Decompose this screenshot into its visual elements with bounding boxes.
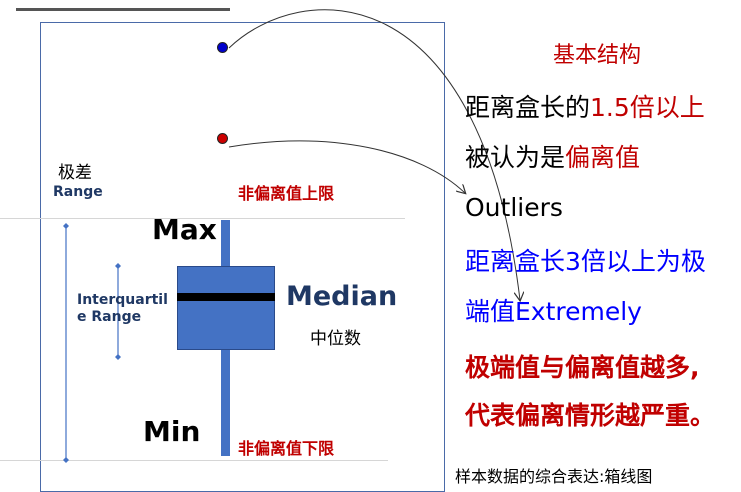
rule-line-1-highlight: 1.5倍以上 [590,93,705,122]
rule-line-1-text: 距离盒长的 [465,93,591,122]
summary-line-1: 极端值与偏离值越多, [465,353,700,382]
outliers-term: Outliers [465,193,563,222]
caption: 样本数据的综合表达:箱线图 [455,467,653,486]
structure-title: 基本结构 [553,43,642,68]
iqr-label-line1: Interquartil [77,292,168,308]
rule-line-2-text: 被认为是 [465,143,566,172]
rule-line-2-highlight: 偏离值 [565,143,641,172]
median-label-cn: 中位数 [310,329,361,349]
upper-limit-label: 非偏离值上限 [238,184,335,203]
rule-line-2: 被认为是偏离值 [465,143,640,173]
extreme-rule-line-2: 端值Extremely [465,297,642,326]
range-label-cn: 极差 [58,163,92,183]
iqr-label-line2: e Range [77,309,142,325]
range-label-en: Range [53,184,103,200]
rule-line-1: 距离盒长的1.5倍以上 [465,93,705,123]
summary-line-2: 代表偏离情形越严重。 [465,401,716,430]
extreme-rule-line-1: 距离盒长3倍以上为极 [465,247,706,276]
lower-limit-label: 非偏离值下限 [238,439,335,458]
median-label: Median [286,281,398,312]
min-label: Min [143,415,201,448]
max-label: Max [152,213,217,246]
